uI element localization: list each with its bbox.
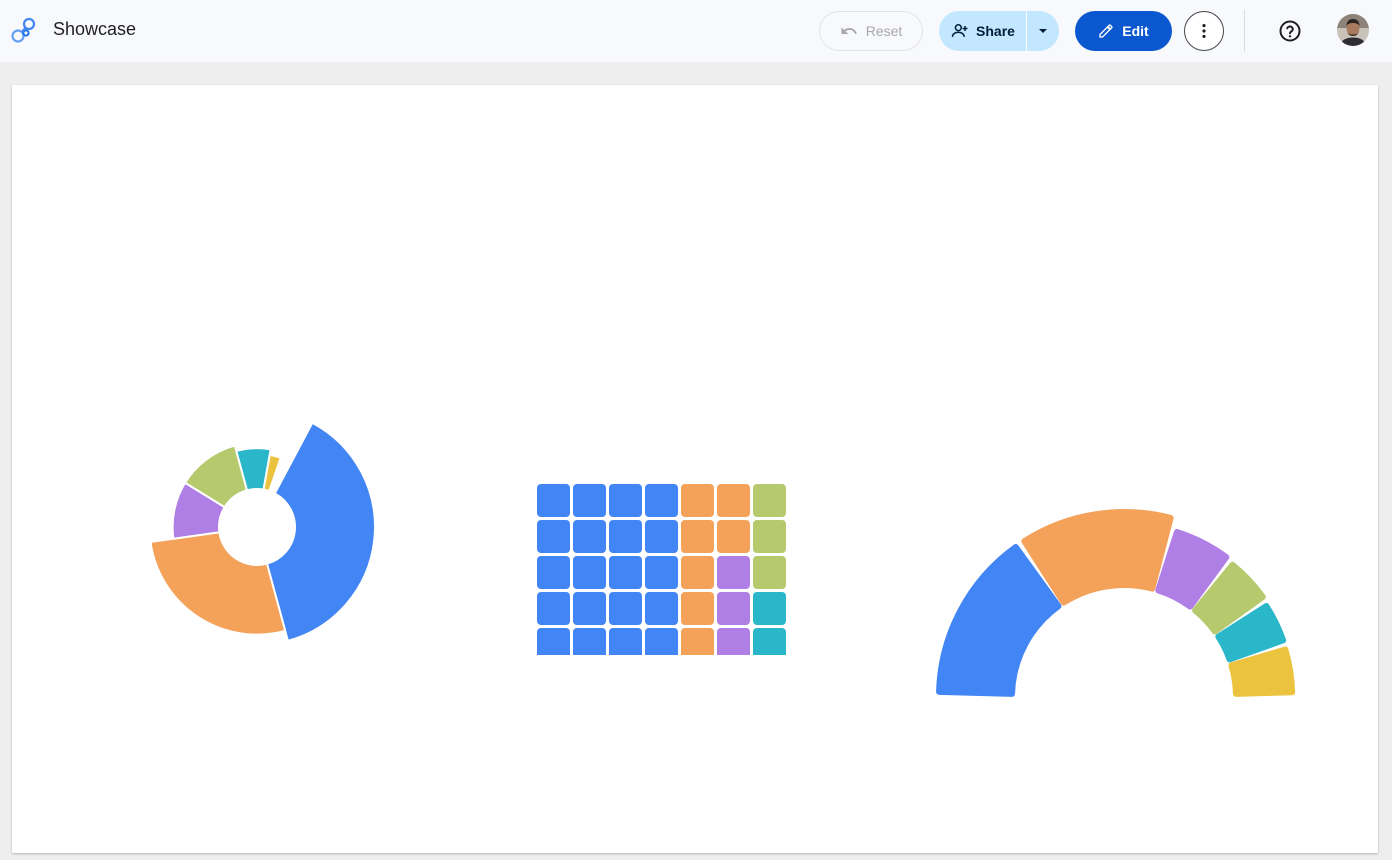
share-label: Share [976, 23, 1015, 39]
waffle-cell[interactable] [573, 592, 606, 625]
undo-icon [841, 27, 857, 34]
waffle-cell[interactable] [609, 556, 642, 589]
waffle-cell[interactable] [753, 628, 786, 655]
waffle-cell[interactable] [753, 556, 786, 589]
waffle-cell[interactable] [645, 484, 678, 517]
half-donut-chart[interactable] [922, 415, 1322, 715]
waffle-cell[interactable] [753, 592, 786, 625]
waffle-cell[interactable] [573, 556, 606, 589]
waffle-chart[interactable] [532, 395, 792, 655]
waffle-cell[interactable] [681, 520, 714, 553]
waffle-cell[interactable] [717, 556, 750, 589]
more-options-button[interactable] [1184, 11, 1224, 51]
waffle-cell[interactable] [537, 484, 570, 517]
reset-button[interactable]: Reset [819, 11, 923, 51]
share-button-group: Share [939, 11, 1059, 51]
waffle-cell[interactable] [717, 484, 750, 517]
edit-button[interactable]: Edit [1075, 11, 1172, 51]
waffle-cell[interactable] [753, 484, 786, 517]
rose-slice-1[interactable] [152, 531, 287, 636]
waffle-cell[interactable] [645, 556, 678, 589]
waffle-cell[interactable] [609, 628, 642, 655]
caret-down-icon [1039, 29, 1047, 33]
reset-label: Reset [865, 23, 903, 39]
rose-donut-chart[interactable] [152, 405, 412, 745]
share-button[interactable]: Share [939, 11, 1026, 51]
rose-slice-0[interactable] [265, 421, 376, 642]
edit-label: Edit [1122, 23, 1149, 39]
waffle-cell[interactable] [573, 520, 606, 553]
waffle-cell[interactable] [681, 484, 714, 517]
waffle-cell[interactable] [681, 592, 714, 625]
avatar-image [1337, 14, 1369, 46]
waffle-cell[interactable] [681, 556, 714, 589]
waffle-cell[interactable] [573, 628, 606, 655]
person-add-icon [951, 24, 968, 37]
waffle-cell[interactable] [537, 556, 570, 589]
looker-studio-logo[interactable] [10, 16, 40, 46]
waffle-cell[interactable] [717, 628, 750, 655]
toolbar-divider [1244, 10, 1245, 52]
waffle-cell[interactable] [537, 520, 570, 553]
waffle-cell[interactable] [609, 484, 642, 517]
waffle-cell[interactable] [753, 520, 786, 553]
waffle-cell[interactable] [645, 592, 678, 625]
top-app-bar: Showcase Reset Share Edit [0, 0, 1392, 62]
more-vert-icon [1202, 24, 1206, 38]
waffle-cell[interactable] [717, 592, 750, 625]
waffle-cell[interactable] [573, 484, 606, 517]
share-menu-button[interactable] [1027, 11, 1059, 51]
help-circle-icon [1279, 20, 1301, 42]
report-canvas [12, 85, 1378, 853]
waffle-cell[interactable] [609, 520, 642, 553]
waffle-cell[interactable] [645, 520, 678, 553]
waffle-cell[interactable] [537, 592, 570, 625]
waffle-cell[interactable] [645, 628, 678, 655]
waffle-cell[interactable] [609, 592, 642, 625]
waffle-cell[interactable] [681, 628, 714, 655]
waffle-cell[interactable] [717, 520, 750, 553]
pencil-icon [1099, 24, 1113, 38]
waffle-cell[interactable] [537, 628, 570, 655]
app-title: Showcase [53, 19, 137, 39]
user-avatar[interactable] [1337, 14, 1369, 46]
help-button[interactable] [1270, 11, 1310, 51]
